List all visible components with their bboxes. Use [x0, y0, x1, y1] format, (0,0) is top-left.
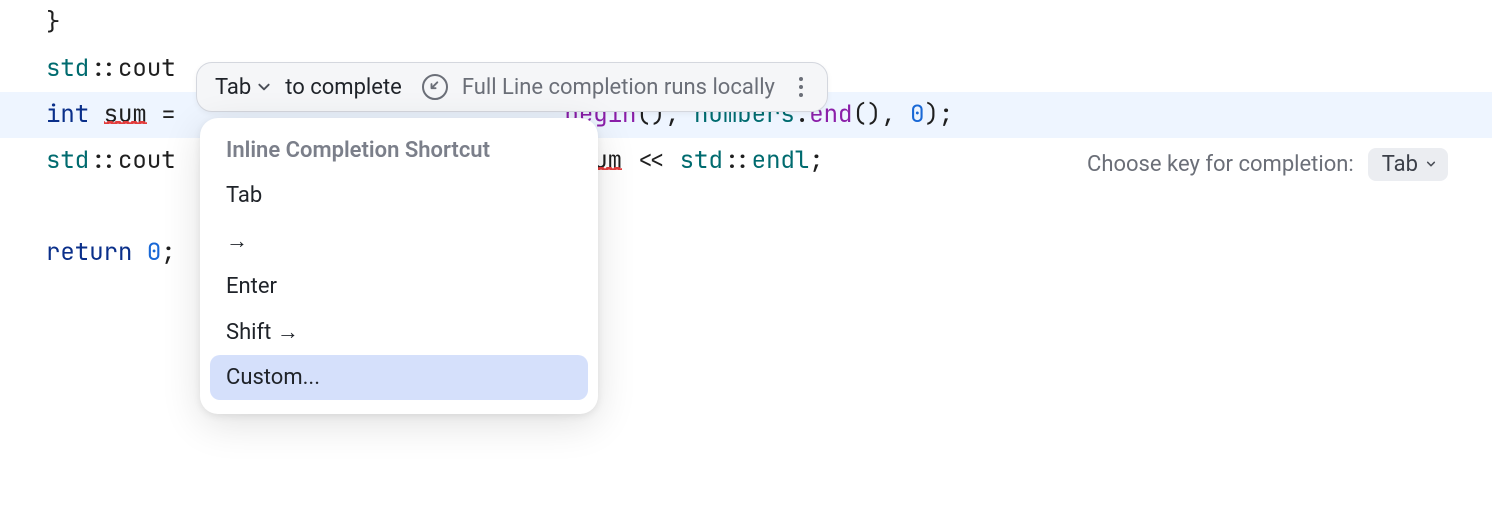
- token-scope2: ::: [89, 145, 118, 176]
- completion-key-dropdown[interactable]: Tab: [215, 75, 271, 100]
- local-completion-hint: Full Line completion runs locally: [462, 75, 775, 100]
- token-scope3: ::: [723, 145, 752, 176]
- token-semi3: ;: [161, 237, 175, 268]
- completion-toolbar: Tab to complete Full Line completion run…: [196, 62, 828, 112]
- chevron-down-icon: [257, 75, 271, 100]
- token-std: std: [46, 53, 89, 84]
- token-std3: std: [680, 145, 723, 176]
- token-cout2: cout: [118, 145, 176, 176]
- token-zero: 0: [910, 99, 924, 130]
- token-eq: =: [147, 99, 190, 130]
- choose-key-label: Choose key for completion:: [1087, 152, 1354, 177]
- shortcut-option-right[interactable]: →: [210, 218, 588, 264]
- chevron-down-icon: [1426, 159, 1436, 169]
- token-int: int: [46, 99, 89, 130]
- to-complete-label: to complete: [285, 75, 402, 100]
- choose-key-hint: Choose key for completion: Tab: [1087, 141, 1448, 187]
- token-endl: endl: [752, 145, 810, 176]
- token-close: );: [924, 99, 953, 130]
- more-options-button[interactable]: [795, 73, 807, 101]
- token-semi2: ;: [809, 145, 823, 176]
- choose-key-chip[interactable]: Tab: [1368, 148, 1448, 181]
- token-return: return: [46, 237, 132, 268]
- token-std2: std: [46, 145, 89, 176]
- code-line-brace: }: [0, 0, 1492, 46]
- token-space: [132, 237, 146, 268]
- token-cout: cout: [118, 53, 176, 84]
- shortcut-menu-title: Inline Completion Shortcut: [210, 132, 588, 173]
- shortcut-option-custom[interactable]: Custom...: [210, 355, 588, 400]
- shortcut-option-shift-right[interactable]: Shift →: [210, 309, 588, 355]
- shortcut-dropdown-menu: Inline Completion Shortcut Tab → Enter S…: [200, 118, 598, 414]
- shortcut-option-enter[interactable]: Enter: [210, 264, 588, 309]
- token-sum: sum: [104, 99, 147, 130]
- completion-key-label: Tab: [215, 75, 251, 100]
- brace-close: }: [46, 7, 60, 38]
- local-completion-icon: [422, 74, 448, 100]
- token-lt2: <<: [622, 145, 680, 176]
- choose-key-chip-label: Tab: [1382, 152, 1418, 177]
- token-zero2: 0: [147, 237, 161, 268]
- token-end-args: (),: [852, 99, 910, 130]
- shortcut-option-tab[interactable]: Tab: [210, 173, 588, 218]
- token-scope: ::: [89, 53, 118, 84]
